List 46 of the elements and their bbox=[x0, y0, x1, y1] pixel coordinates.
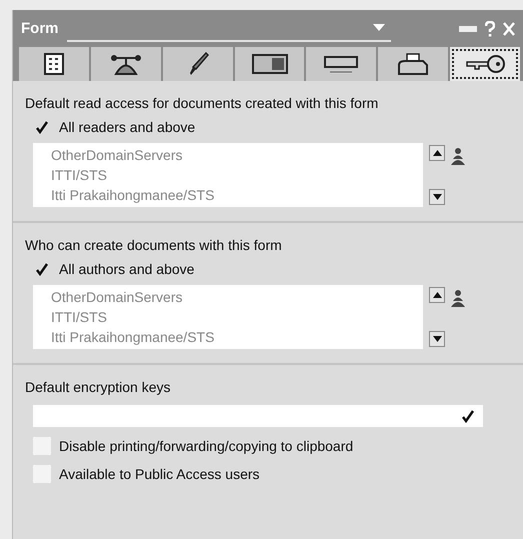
checkbox[interactable] bbox=[33, 437, 51, 455]
window-title: Form bbox=[21, 20, 58, 37]
checkbox-label: All authors and above bbox=[59, 261, 194, 277]
section-heading: Default read access for documents created with this form bbox=[25, 95, 380, 111]
panel-icon bbox=[252, 54, 288, 74]
list-item[interactable]: Itti Prakaihongmanee/STS bbox=[51, 327, 423, 347]
printer-icon bbox=[397, 53, 430, 75]
close-icon[interactable] bbox=[503, 22, 515, 36]
tab[interactable] bbox=[450, 47, 520, 81]
tab[interactable] bbox=[162, 47, 233, 81]
checkbox-label: All readers and above bbox=[59, 119, 196, 135]
scroll-up-button[interactable] bbox=[429, 287, 445, 303]
dropdown-caret-icon[interactable] bbox=[373, 24, 385, 31]
resize-grip-icon[interactable] bbox=[459, 26, 477, 32]
form-icon bbox=[42, 53, 65, 75]
up-arrow-icon bbox=[432, 292, 442, 298]
section-heading: Who can create documents with this form bbox=[25, 237, 283, 253]
help-icon[interactable] bbox=[485, 20, 495, 36]
section-heading: Default encryption keys bbox=[25, 379, 172, 395]
up-arrow-icon bbox=[432, 150, 442, 156]
list-item[interactable]: Itti Prakaihongmanee/STS bbox=[51, 185, 423, 205]
people-icon[interactable] bbox=[451, 289, 465, 307]
down-arrow-icon bbox=[432, 336, 442, 342]
tab[interactable] bbox=[378, 47, 448, 81]
checkmark-icon[interactable] bbox=[461, 409, 475, 423]
list-item[interactable]: OtherDomainServers bbox=[51, 145, 423, 165]
tab[interactable] bbox=[306, 47, 376, 81]
down-arrow-icon bbox=[432, 194, 442, 200]
bar-icon bbox=[324, 53, 358, 75]
key-icon bbox=[465, 54, 506, 74]
people-icon[interactable] bbox=[451, 147, 465, 165]
scroll-down-button[interactable] bbox=[429, 331, 445, 347]
encryption-keys-field[interactable] bbox=[33, 405, 483, 427]
names-list[interactable]: OtherDomainServers ITTI/STS Itti Prakaihongmanee/STS bbox=[33, 285, 423, 349]
checkbox[interactable] bbox=[33, 465, 51, 483]
checkbox-label: Disable printing/forwarding/copying to clipboard bbox=[59, 438, 354, 454]
list-item[interactable]: OtherDomainServers bbox=[51, 287, 423, 307]
tab[interactable] bbox=[234, 47, 304, 81]
names-list[interactable]: OtherDomainServers ITTI/STS Itti Prakaihongmanee/STS bbox=[33, 143, 423, 207]
scroll-up-button[interactable] bbox=[429, 145, 445, 161]
tab[interactable] bbox=[90, 47, 161, 81]
scroll-down-button[interactable] bbox=[429, 189, 445, 205]
list-item[interactable]: ITTI/STS bbox=[51, 165, 423, 185]
checkbox-label: Available to Public Access users bbox=[59, 466, 260, 482]
tab[interactable] bbox=[19, 47, 89, 81]
list-item[interactable]: ITTI/STS bbox=[51, 307, 423, 327]
